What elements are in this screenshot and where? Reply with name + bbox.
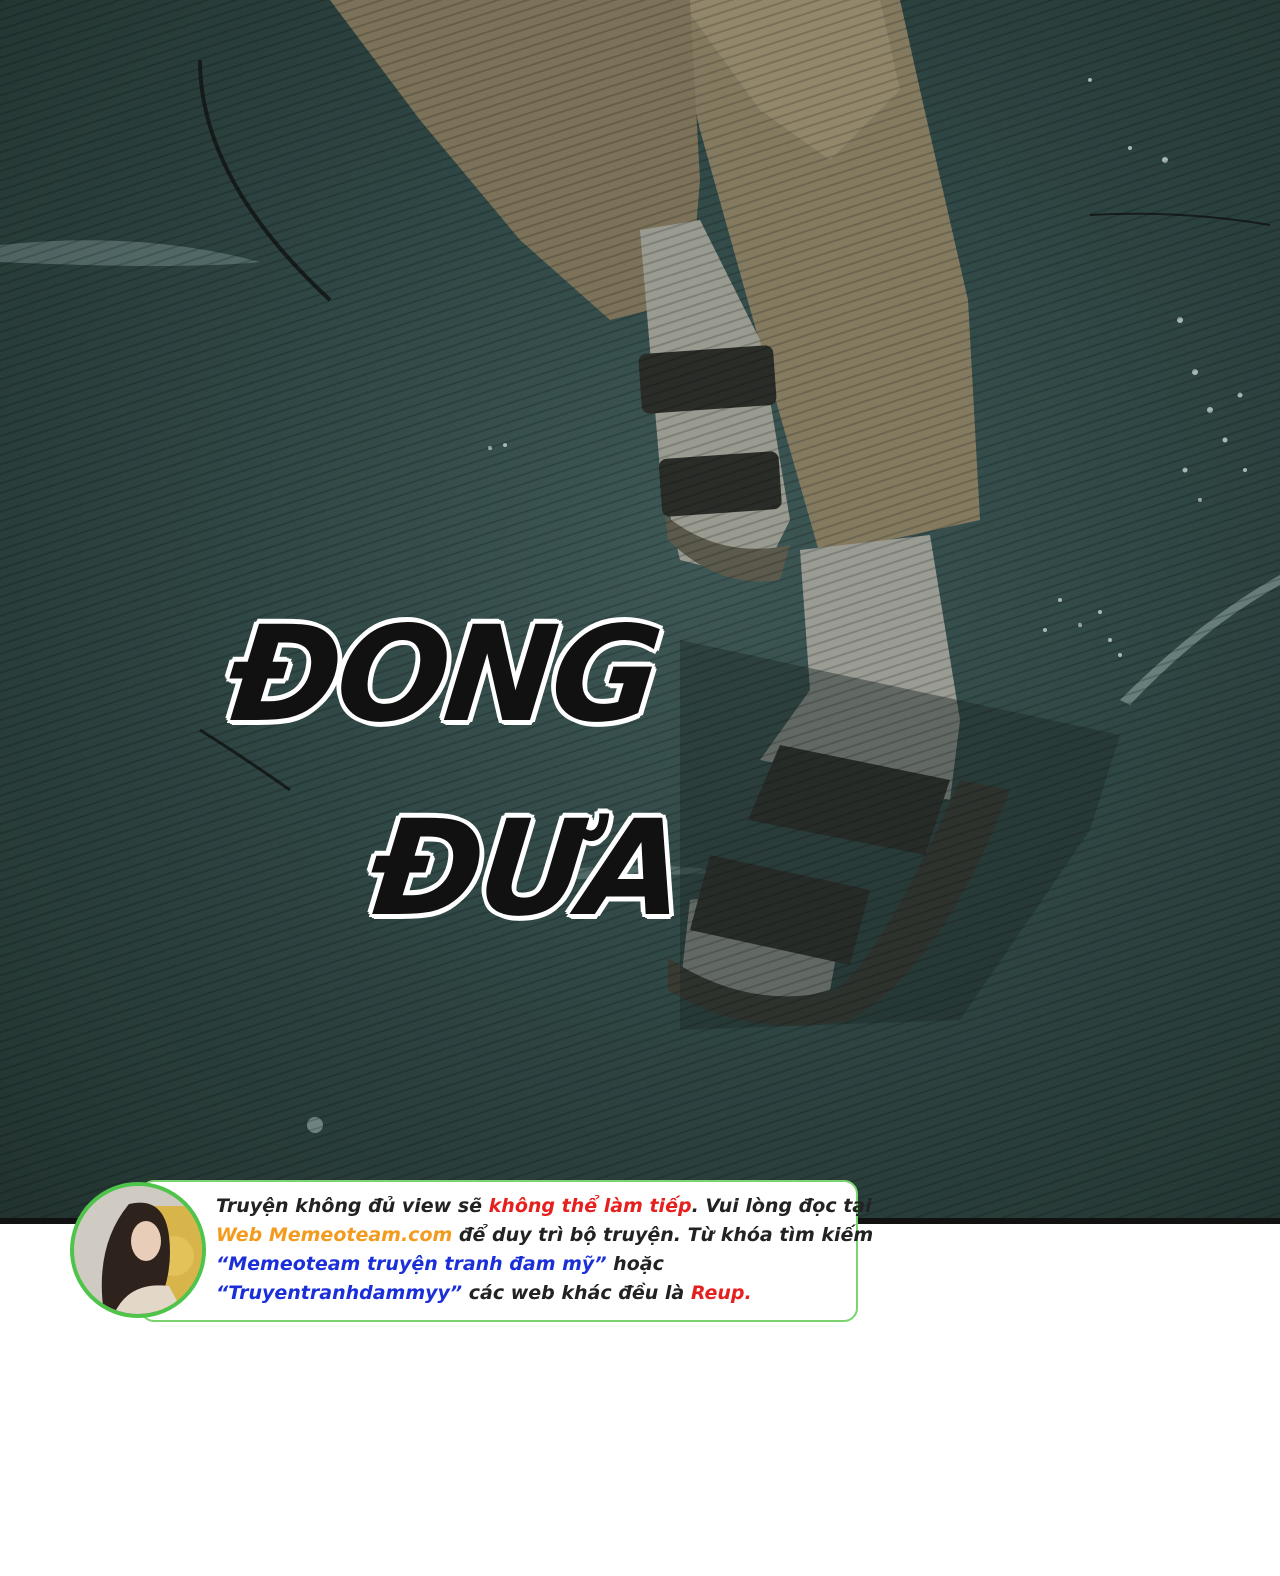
avatar-portrait: [70, 1182, 206, 1318]
sound-effect-word-1: ĐONG: [221, 598, 665, 752]
notice-line-3: “Memeoteam truyện tranh đam mỹ” hoặc: [216, 1250, 856, 1279]
notice-line-1-part-b: không thể làm tiếp: [488, 1195, 692, 1217]
notice-line-1-part-c: . Vui lòng đọc tại: [691, 1195, 872, 1217]
notice-keyword-2: “Truyentranhdammyy”: [216, 1282, 463, 1304]
notice-website-link[interactable]: Web Memeoteam.com: [216, 1224, 452, 1246]
notice-line-2-part-b: để duy trì bộ truyện. Từ khóa tìm kiếm: [452, 1224, 874, 1246]
notice-line-2: Web Memeoteam.com để duy trì bộ truyện. …: [216, 1221, 873, 1250]
notice-line-3-part-b: hoặc: [606, 1253, 664, 1275]
notice-line-4-part-b: các web khác đều là: [462, 1282, 691, 1304]
notice-reup-label: Reup.: [690, 1282, 752, 1304]
notice-line-1-part-a: Truyện không đủ view sẽ: [216, 1195, 489, 1217]
comic-panel: ĐONG ĐƯA: [0, 0, 1280, 1220]
sound-effect-word-2: ĐƯA: [363, 792, 690, 946]
notice-keyword-1: “Memeoteam truyện tranh đam mỹ”: [216, 1253, 607, 1275]
notice-text: Truyện không đủ view sẽ không thể làm ti…: [216, 1192, 873, 1308]
scanlator-notice-banner: Truyện không đủ view sẽ không thể làm ti…: [70, 1180, 873, 1322]
notice-line-1: Truyện không đủ view sẽ không thể làm ti…: [216, 1192, 872, 1221]
portrait-illustration: [74, 1186, 202, 1314]
notice-line-4: “Truyentranhdammyy” các web khác đều là …: [216, 1279, 856, 1308]
